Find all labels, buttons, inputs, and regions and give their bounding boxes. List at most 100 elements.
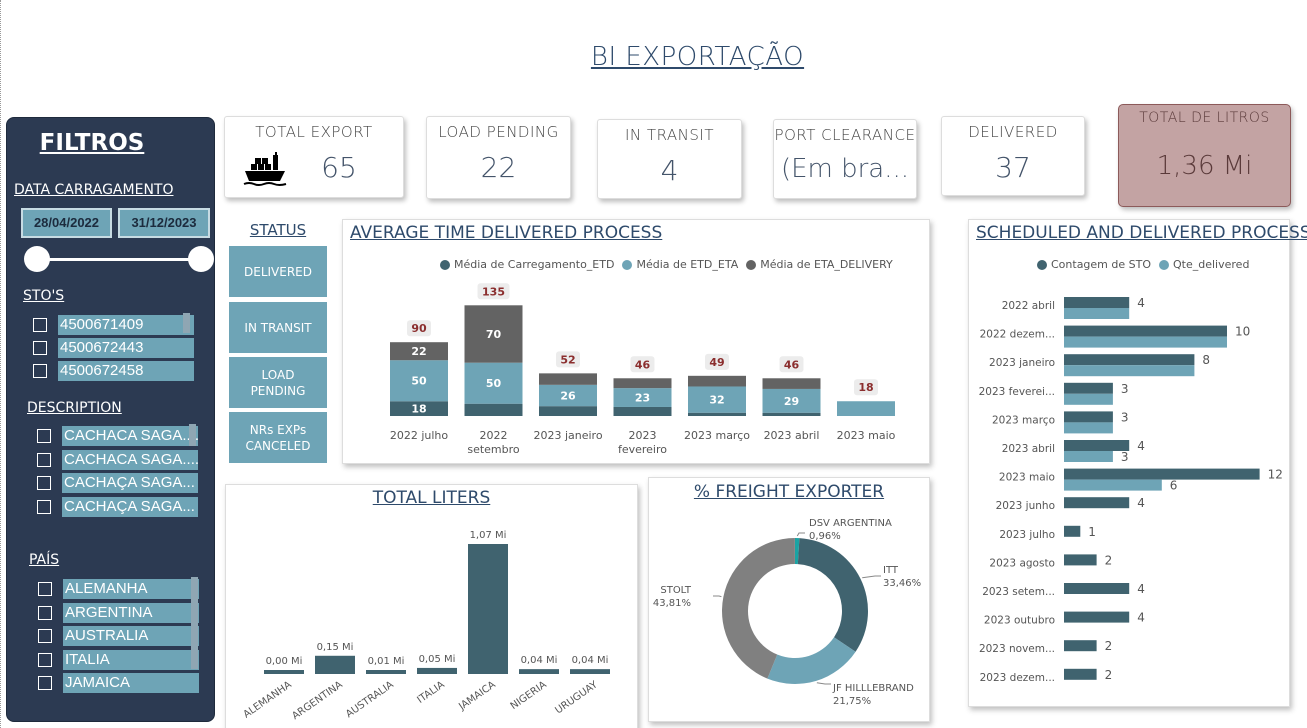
description-item-label: CACHACA SAGA.... [62, 449, 198, 470]
avg-bar-segment[interactable] [539, 373, 597, 385]
liters-bar[interactable] [570, 669, 610, 674]
page-edge [0, 0, 2, 728]
kpi-delivered-value: 37 [995, 151, 1031, 184]
liters-bar[interactable] [519, 669, 559, 674]
status-load-pending-button[interactable]: LOAD PENDING [229, 357, 327, 408]
sched-bar-contagem[interactable] [1064, 325, 1227, 337]
sched-value-label: 8 [1202, 353, 1210, 367]
sched-bar-delivered[interactable] [1064, 336, 1227, 348]
liters-x-tick-label: ARGENTINA [290, 679, 345, 722]
liters-x-tick-label: URUGUAY [553, 679, 600, 717]
checkbox[interactable] [38, 676, 52, 690]
sched-bar-contagem[interactable] [1064, 525, 1081, 537]
sched-bar-contagem[interactable] [1064, 668, 1097, 680]
sched-delivered-label: 6 [1170, 479, 1178, 493]
sched-bar-contagem[interactable] [1064, 354, 1195, 366]
liters-x-tick-label: ALEMANHA [242, 679, 294, 720]
status-canceled-button[interactable]: NRs EXPs CANCELED [229, 412, 327, 463]
sched-bar-contagem[interactable] [1064, 611, 1130, 623]
donut-slice-pct: 33,46% [883, 578, 921, 589]
pais-scrollbar[interactable] [191, 577, 198, 669]
sched-y-tick-label: 2023 outubro [984, 615, 1055, 627]
avg-x-tick-label: 2023 abril [764, 429, 820, 442]
avg-segment-label: 50 [486, 377, 502, 390]
sto-item[interactable]: 4500672458 [33, 361, 194, 381]
checkbox[interactable] [33, 364, 47, 378]
checkbox[interactable] [38, 629, 52, 643]
checkbox[interactable] [38, 652, 52, 667]
donut-slice-name: JF HILLLEBRAND [832, 683, 914, 694]
sto-scrollbar[interactable] [183, 313, 190, 333]
avg-bar-segment[interactable] [837, 401, 895, 416]
checkbox[interactable] [37, 476, 51, 490]
description-item[interactable]: CACHACA SAGA.... [37, 426, 198, 446]
sched-bar-delivered[interactable] [1064, 451, 1113, 462]
sched-bar-contagem[interactable] [1064, 440, 1130, 451]
liters-bar[interactable] [366, 670, 406, 674]
checkbox[interactable] [33, 318, 47, 332]
status-delivered-button[interactable]: DELIVERED [229, 246, 327, 297]
checkbox[interactable] [33, 341, 47, 355]
checkbox[interactable] [38, 582, 52, 596]
sched-bar-contagem[interactable] [1064, 497, 1130, 509]
sched-bar-contagem[interactable] [1064, 382, 1113, 394]
donut-slice-pct: 0,96% [809, 531, 841, 542]
status-in-transit-button[interactable]: IN TRANSIT [229, 302, 327, 353]
liters-bar[interactable] [315, 655, 355, 674]
checkbox[interactable] [37, 429, 51, 443]
sched-bar-contagem[interactable] [1064, 583, 1130, 594]
checkbox[interactable] [37, 499, 51, 514]
filters-panel: FILTROS DATA CARRAGAMENTO 28/04/2022 31/… [6, 117, 215, 722]
sched-bar-contagem[interactable] [1064, 468, 1260, 480]
avg-bar-segment[interactable] [688, 412, 746, 416]
pais-item[interactable]: AUSTRALIA [38, 626, 199, 646]
sched-bar-contagem[interactable] [1064, 640, 1097, 652]
checkbox[interactable] [37, 452, 51, 467]
avg-bar-segment[interactable] [613, 378, 672, 389]
description-item[interactable]: CACHAÇA SAGA... [37, 496, 198, 517]
description-scrollbar[interactable] [189, 424, 196, 446]
sched-bar-delivered[interactable] [1064, 422, 1113, 434]
sched-bar-delivered[interactable] [1064, 365, 1195, 377]
donut-slice[interactable] [797, 538, 868, 652]
description-item[interactable]: CACHACA SAGA.... [37, 449, 198, 470]
date-start-input[interactable]: 28/04/2022 [21, 208, 112, 238]
avg-bar-segment[interactable] [613, 406, 672, 416]
sched-bar-contagem[interactable] [1064, 297, 1130, 308]
avg-total-label: 18 [858, 381, 873, 394]
sto-item[interactable]: 4500671409 [33, 315, 194, 335]
pais-item[interactable]: ALEMANHA [38, 579, 199, 599]
avg-bar-segment[interactable] [464, 403, 523, 416]
date-slider-end-handle[interactable] [188, 246, 214, 272]
liters-bar[interactable] [468, 544, 508, 674]
donut-slice[interactable] [767, 637, 856, 684]
pais-item[interactable]: JAMAICA [38, 673, 199, 693]
donut-slice-name: STOLT [660, 585, 692, 596]
avg-x-tick-label: 2023 [629, 429, 657, 442]
pais-item-label: ITALIA [63, 649, 199, 670]
sto-item[interactable]: 4500672443 [33, 338, 194, 358]
date-slider-start-handle[interactable] [24, 246, 50, 272]
pais-item-label: ARGENTINA [63, 602, 199, 623]
pais-item-label: AUSTRALIA [63, 626, 199, 646]
checkbox[interactable] [38, 605, 52, 620]
avg-x-tick-label: 2022 [480, 429, 508, 442]
avg-bar-segment[interactable] [762, 412, 821, 416]
avg-bar-segment[interactable] [762, 378, 821, 389]
date-slider-track[interactable] [38, 258, 202, 261]
sched-bar-delivered[interactable] [1064, 479, 1162, 491]
liters-bar[interactable] [417, 667, 457, 674]
liters-bar[interactable] [264, 670, 304, 674]
avg-bar-segment[interactable] [539, 406, 597, 416]
pais-item[interactable]: ITALIA [38, 649, 199, 670]
sched-value-label: 2 [1105, 639, 1113, 653]
description-item[interactable]: CACHAÇA SAGA... [37, 473, 198, 493]
sched-bar-contagem[interactable] [1064, 554, 1097, 566]
sched-bar-contagem[interactable] [1064, 411, 1113, 423]
liters-value-label: 0,04 Mi [572, 655, 609, 666]
avg-bar-segment[interactable] [688, 375, 746, 387]
sched-bar-delivered[interactable] [1064, 393, 1113, 405]
date-end-input[interactable]: 31/12/2023 [118, 208, 210, 238]
pais-item[interactable]: ARGENTINA [38, 602, 199, 623]
sched-bar-delivered[interactable] [1064, 308, 1130, 319]
